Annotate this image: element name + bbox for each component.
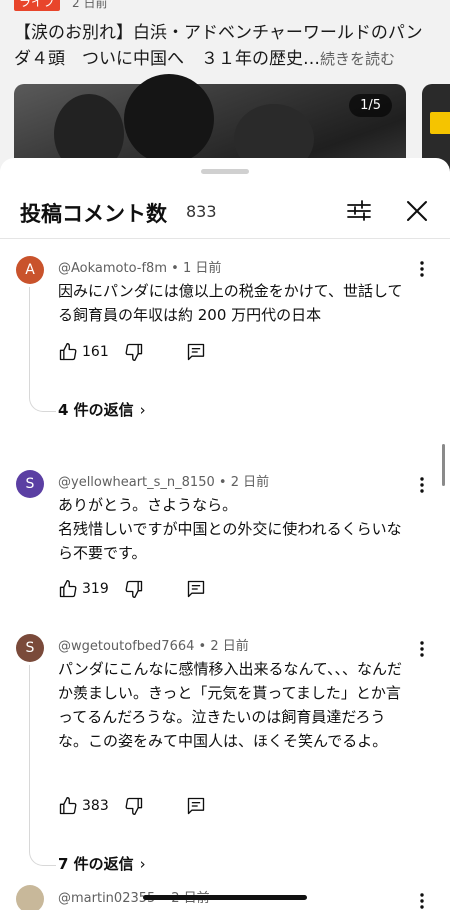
thumbs-down-icon[interactable] — [124, 579, 144, 599]
thumbs-up-icon[interactable] — [58, 579, 78, 599]
sheet-title: 投稿コメント数 — [20, 202, 167, 226]
chevron-right-icon: › — [139, 401, 146, 419]
close-icon[interactable] — [402, 196, 432, 226]
comment-time: 1 日前 — [182, 261, 222, 276]
like-count: 383 — [82, 798, 109, 814]
comment-author[interactable]: @Aokamoto-f8m — [58, 261, 167, 276]
comments-list[interactable]: A @Aokamoto-f8m • 1 日前 因みにパンダには億以上の税金をかけ… — [0, 239, 450, 910]
replies-link[interactable]: 7 件の返信 › — [58, 853, 146, 874]
more-vert-icon[interactable] — [410, 889, 434, 910]
more-vert-icon[interactable] — [410, 637, 434, 661]
chevron-right-icon: › — [139, 855, 146, 873]
filter-sliders-icon[interactable] — [344, 196, 374, 226]
more-vert-icon[interactable] — [410, 257, 434, 281]
comment-author[interactable]: @yellowheart_s_n_8150 — [58, 475, 215, 490]
thumbs-down-icon[interactable] — [124, 796, 144, 816]
avatar[interactable]: A — [16, 256, 44, 284]
thumbs-up-icon[interactable] — [58, 342, 78, 362]
like-count: 319 — [82, 581, 109, 597]
comment-body: ありがとう。さようなら。 名残惜しいですが中国との外交に使われるくらいなら不要で… — [58, 496, 402, 562]
avatar[interactable]: S — [16, 470, 44, 498]
comment-time: 2 日前 — [210, 639, 249, 654]
home-indicator[interactable] — [143, 895, 307, 900]
comment-time: 2 日前 — [230, 475, 270, 490]
comment-actions: 319 — [58, 579, 358, 603]
sheet-header: 投稿コメント数 833 — [0, 186, 450, 238]
comment-count: 833 — [186, 202, 217, 221]
replies-link[interactable]: 4 件の返信 › — [58, 399, 146, 420]
feed-headline[interactable]: 【涙のお別れ】白浜・アドベンチャーワールドのパンダ４頭 ついに中国へ ３１年の歴… — [14, 20, 424, 72]
comment-author[interactable]: @wgetoutofbed7664 — [58, 639, 194, 654]
more-vert-icon[interactable] — [410, 473, 434, 497]
thread-line — [29, 287, 56, 412]
comment-meta: @yellowheart_s_n_8150 • 2 日前 — [58, 475, 270, 490]
comment-actions: 383 — [58, 796, 358, 820]
comment-body: パンダにこんなに感情移入出来るなんて、、、なんだか羨ましい。きっと「元気を貰って… — [58, 660, 402, 750]
read-more-link[interactable]: 続きを読む — [320, 50, 395, 68]
avatar[interactable]: S — [16, 634, 44, 662]
thumbs-down-icon[interactable] — [124, 342, 144, 362]
live-badge: ライブ — [14, 0, 61, 11]
image-page-counter: 1/5 — [349, 94, 392, 117]
reply-comment-icon[interactable] — [186, 342, 206, 362]
drag-handle[interactable] — [201, 169, 249, 174]
comment-meta: @wgetoutofbed7664 • 2 日前 — [58, 639, 249, 654]
avatar[interactable] — [16, 885, 44, 910]
thread-line — [29, 665, 56, 866]
scrollbar[interactable] — [442, 444, 445, 486]
feed-time: 2 日前 — [72, 0, 108, 10]
reply-comment-icon[interactable] — [186, 579, 206, 599]
thumbs-up-icon[interactable] — [58, 796, 78, 816]
comments-sheet: 投稿コメント数 833 A @Aokamoto-f8m • 1 日前 因みにパン… — [0, 158, 450, 910]
comment-author[interactable]: @martin02355 — [58, 891, 155, 906]
comment-actions: 161 — [58, 342, 358, 366]
like-count: 161 — [82, 344, 109, 360]
comment-meta: @Aokamoto-f8m • 1 日前 — [58, 261, 222, 276]
comment-body: 因みにパンダには億以上の税金をかけて、世話してる飼育員の年収は約 200 万円代… — [58, 282, 403, 324]
reply-comment-icon[interactable] — [186, 796, 206, 816]
